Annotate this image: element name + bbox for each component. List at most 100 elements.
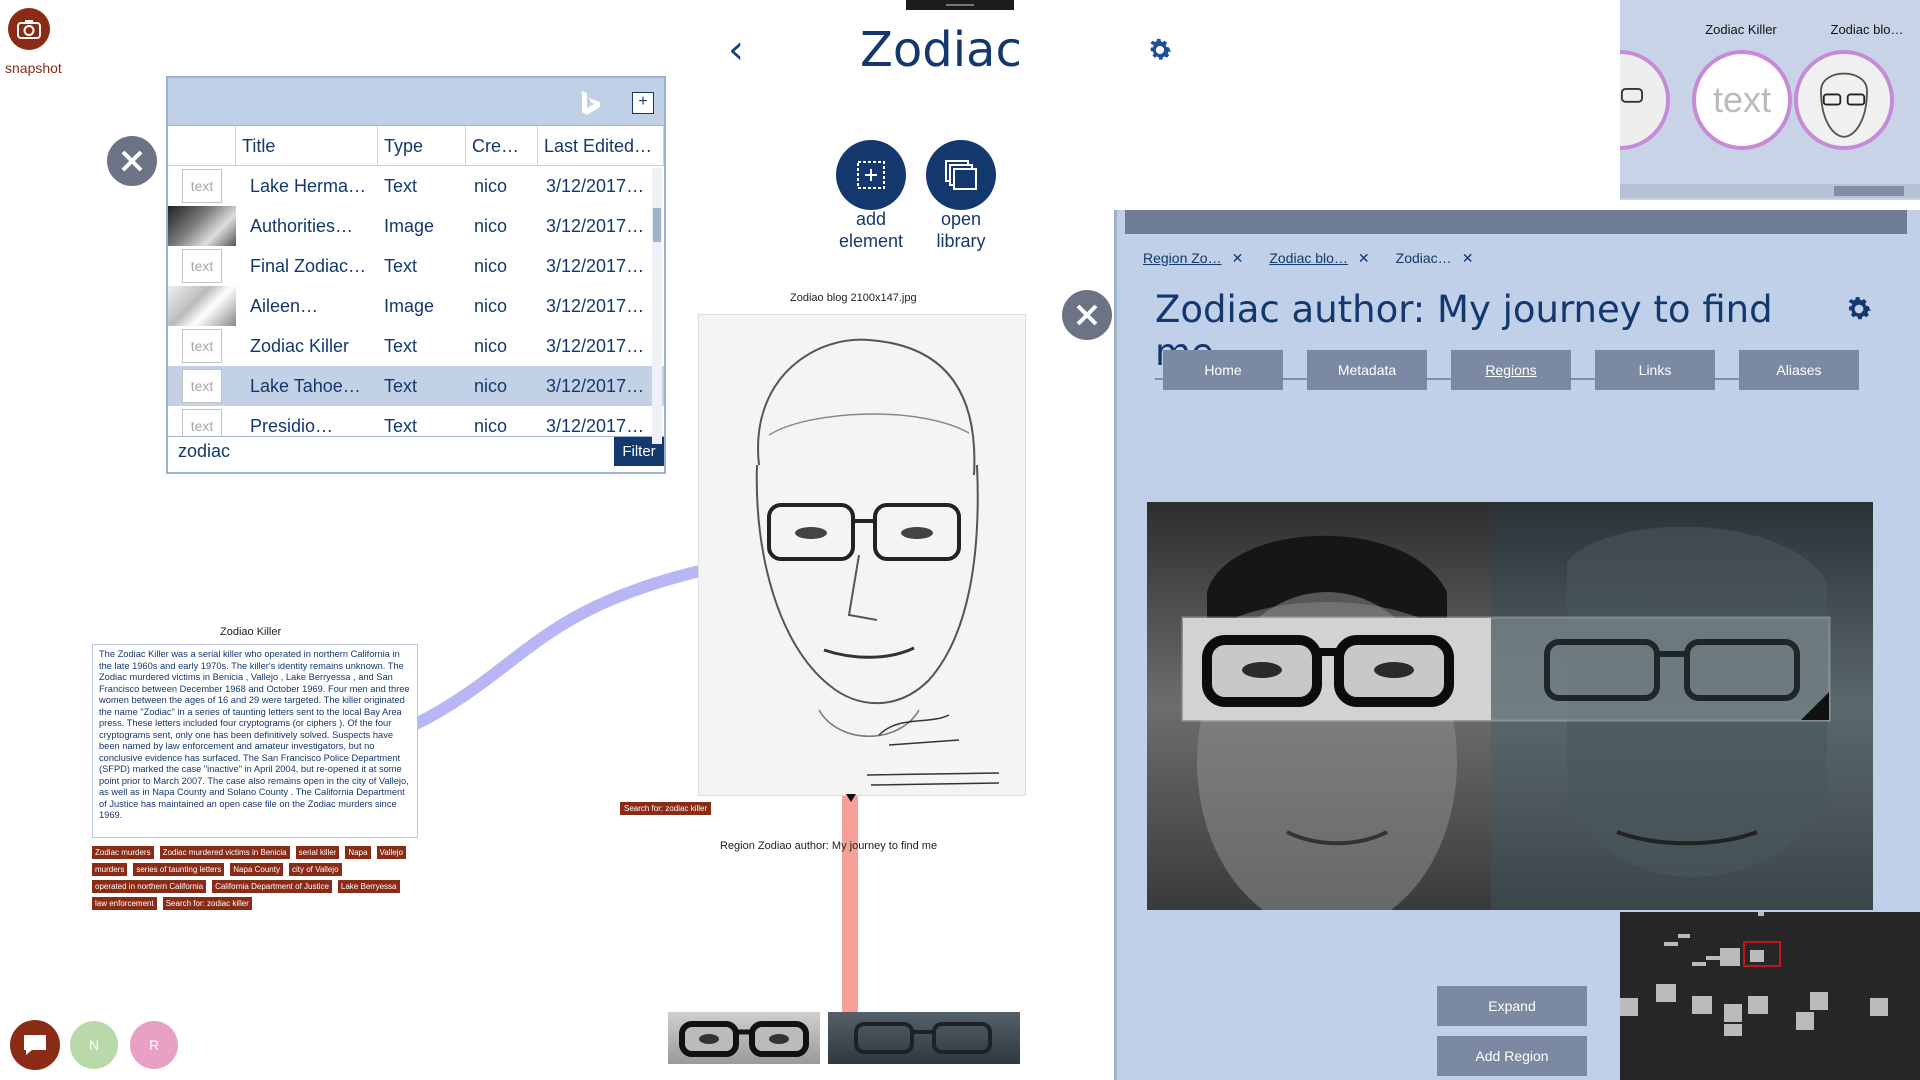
workspace-minimap[interactable] [1620, 912, 1920, 1080]
table-row[interactable]: text Presidio… Text nico 3/12/2017… [168, 406, 664, 436]
user-avatar-n[interactable]: N [70, 1021, 118, 1069]
tab-region[interactable]: Region Zo… [1143, 250, 1222, 267]
tag[interactable]: Napa [345, 846, 371, 859]
detail-breadcrumb-tabs: Region Zo… ✕ Zodiac blo… ✕ Zodiac… ✕ [1143, 250, 1489, 267]
snapshot-button[interactable] [8, 8, 50, 50]
recent-item-label: Zodiac Killer [1705, 22, 1777, 37]
column-creator[interactable]: Cre… [466, 126, 538, 165]
library-scrollbar[interactable] [652, 168, 662, 444]
tag[interactable]: city of Vallejo [288, 863, 342, 876]
sketch-image[interactable] [698, 314, 1026, 796]
tag[interactable]: California Department of Justice [212, 880, 332, 893]
library-close-button[interactable] [107, 136, 157, 186]
tab-zodiac[interactable]: Zodiac… [1396, 250, 1452, 267]
text-thumb: text [182, 329, 222, 363]
library-stack-icon [945, 160, 977, 190]
nav-aliases-button[interactable]: Aliases [1739, 350, 1859, 390]
nav-regions-button[interactable]: Regions [1451, 350, 1571, 390]
region-compare-image[interactable] [1147, 502, 1873, 910]
text-thumb: text [182, 249, 222, 283]
column-thumb [168, 126, 236, 165]
recent-item-text[interactable]: text [1692, 50, 1792, 150]
tag[interactable]: Lake Berryessa [337, 880, 400, 893]
tag[interactable]: Napa County [230, 863, 283, 876]
tag[interactable]: series of taunting letters [133, 863, 225, 876]
row-title: Zodiac Killer [250, 335, 350, 356]
nav-links-button[interactable]: Links [1595, 350, 1715, 390]
recent-item-label: … [1620, 22, 1670, 37]
tag[interactable]: Zodiac murdered victims in Benicia [159, 846, 290, 859]
library-rows: text Lake Herma… Text nico 3/12/2017… Au… [168, 166, 664, 436]
tab-zodiac-blog[interactable]: Zodiac blo… [1269, 250, 1348, 267]
snapshot-label: snapshot [5, 60, 62, 76]
row-edited: 3/12/2017… [546, 415, 645, 436]
library-search-input[interactable] [168, 437, 614, 466]
recent-scrollbar[interactable] [1620, 184, 1920, 198]
face-sketch-thumb [1620, 54, 1666, 146]
open-library-label-line2: library [936, 231, 986, 251]
detail-drag-bar[interactable] [1125, 210, 1907, 234]
tag[interactable]: Search for: zodiac killer [162, 897, 252, 910]
recent-item-image[interactable] [1620, 50, 1670, 150]
row-title: Lake Herma… [250, 175, 367, 196]
close-icon [1076, 304, 1098, 326]
add-element-button[interactable] [836, 140, 906, 210]
detail-nav: Home Metadata Regions Links Aliases [1163, 350, 1859, 390]
text-node-body[interactable]: The Zodiac Killer was a serial killer wh… [92, 644, 418, 838]
recent-item-image[interactable] [1794, 50, 1894, 150]
row-thumb: text [168, 166, 236, 206]
tag[interactable]: Vallejo [376, 846, 406, 859]
row-type: Text [384, 335, 418, 356]
tag[interactable]: Zodiac murders [92, 846, 154, 859]
tab-close-icon[interactable]: ✕ [1232, 250, 1244, 267]
bing-search-icon[interactable] [580, 90, 602, 116]
open-library-button[interactable] [926, 140, 996, 210]
row-edited: 3/12/2017… [546, 255, 645, 276]
row-type: Image [384, 295, 435, 316]
add-region-button[interactable]: Add Region [1437, 1036, 1587, 1076]
row-creator: nico [474, 375, 508, 396]
library-filter-bar: Filter [168, 436, 664, 466]
row-type: Text [384, 375, 418, 396]
row-thumb [168, 206, 236, 246]
user-avatar-r[interactable]: R [130, 1021, 178, 1069]
column-type[interactable]: Type [378, 126, 466, 165]
region-thumbnail-photo[interactable] [668, 1012, 820, 1064]
gear-icon[interactable] [1844, 294, 1874, 324]
gear-icon[interactable] [1146, 36, 1174, 64]
tab-close-icon[interactable]: ✕ [1462, 250, 1474, 267]
table-row[interactable]: text Zodiac Killer Text nico 3/12/2017… [168, 326, 664, 366]
chat-button[interactable] [10, 1020, 60, 1070]
search-tag[interactable]: Search for: zodiac killer [620, 802, 712, 815]
tag[interactable]: murders [92, 863, 128, 876]
tag[interactable]: operated in northern California [92, 880, 207, 893]
nav-home-button[interactable]: Home [1163, 350, 1283, 390]
library-header: + [168, 78, 664, 126]
table-row[interactable]: Authorities… Image nico 3/12/2017… [168, 206, 664, 246]
table-row-selected[interactable]: text Lake Tahoe… Text nico 3/12/2017… [168, 366, 664, 406]
nav-metadata-button[interactable]: Metadata [1307, 350, 1427, 390]
table-row[interactable]: Aileen… Image nico 3/12/2017… [168, 286, 664, 326]
tag[interactable]: serial killer [295, 846, 340, 859]
column-title[interactable]: Title [236, 126, 378, 165]
close-icon [121, 150, 143, 172]
region-marker-arrow [846, 794, 856, 802]
tab-close-icon[interactable]: ✕ [1358, 250, 1370, 267]
drawer-handle[interactable] [906, 0, 1014, 10]
column-last-edited[interactable]: Last Edited… [538, 126, 664, 165]
expand-button[interactable]: Expand [1437, 986, 1587, 1026]
row-title: Presidio… [250, 415, 334, 436]
camera-icon [17, 20, 41, 39]
table-row[interactable]: text Final Zodiac… Text nico 3/12/2017… [168, 246, 664, 286]
library-add-button[interactable]: + [632, 92, 654, 114]
back-button[interactable]: ‹ [728, 30, 758, 70]
tag[interactable]: law enforcement [92, 897, 157, 910]
add-element-label-line1: add [855, 209, 887, 229]
region-photo-comparison [1147, 502, 1873, 910]
image-node-title: Zodiao blog 2100x147.jpg [790, 292, 917, 304]
row-title: Lake Tahoe… [250, 375, 361, 396]
detail-close-button[interactable] [1062, 290, 1112, 340]
table-row[interactable]: text Lake Herma… Text nico 3/12/2017… [168, 166, 664, 206]
region-thumbnail-sketch[interactable] [828, 1012, 1020, 1064]
open-library-label-line1: open [940, 209, 982, 229]
